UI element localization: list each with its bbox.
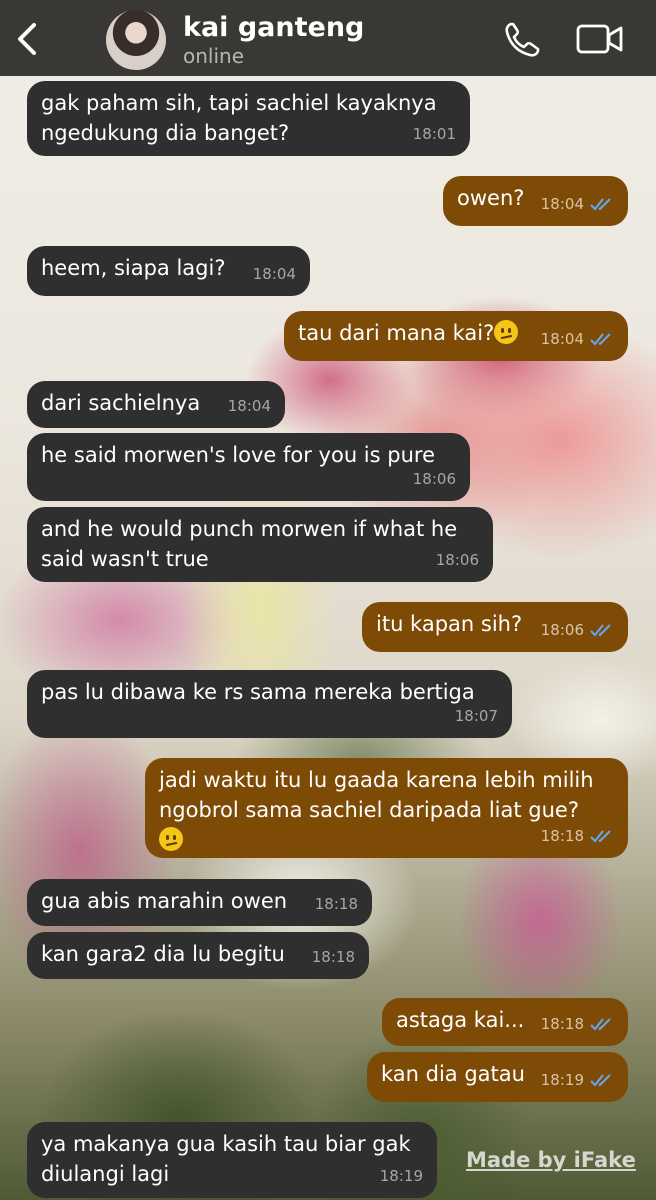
contact-status: online (183, 44, 245, 68)
message-incoming[interactable]: and he would punch morwen if what he sai… (27, 507, 493, 582)
message-time: 18:06 (540, 621, 584, 639)
message-incoming[interactable]: heem, siapa lagi? 18:04 (27, 246, 310, 296)
message-time: 18:04 (540, 330, 584, 348)
message-time: 18:04 (540, 195, 584, 213)
message-time: 18:01 (412, 125, 456, 143)
message-time: 18:04 (227, 397, 271, 415)
message-outgoing[interactable]: kan dia gatau 18:19 (367, 1052, 628, 1102)
message-time: 18:18 (540, 827, 584, 845)
video-camera-icon[interactable] (576, 22, 624, 56)
message-time: 18:19 (379, 1167, 423, 1185)
message-time: 18:06 (435, 551, 479, 569)
message-text: gua abis marahin owen (41, 889, 288, 913)
message-time: 18:18 (314, 895, 358, 913)
read-receipt-icon (590, 333, 611, 346)
message-incoming[interactable]: dari sachielnya 18:04 (27, 381, 285, 428)
read-receipt-icon (590, 624, 611, 637)
contact-name[interactable]: kai ganteng (183, 12, 364, 43)
message-incoming[interactable]: pas lu dibawa ke rs sama mereka bertiga … (27, 670, 512, 738)
message-outgoing[interactable]: itu kapan sih? 18:06 (362, 602, 628, 652)
confused-face-icon (159, 827, 183, 851)
message-outgoing[interactable]: tau dari mana kai? 18:04 (284, 311, 628, 361)
read-receipt-icon (590, 830, 611, 843)
message-time: 18:07 (454, 707, 498, 725)
message-incoming[interactable]: gak paham sih, tapi sachiel kayaknya nge… (27, 81, 470, 156)
message-time: 18:18 (311, 948, 355, 966)
message-time: 18:04 (252, 265, 296, 283)
message-incoming[interactable]: kan gara2 dia lu begitu 18:18 (27, 932, 369, 979)
phone-icon[interactable] (502, 20, 542, 60)
read-receipt-icon (590, 198, 611, 211)
confused-face-icon (494, 320, 519, 344)
message-time: 18:19 (540, 1071, 584, 1089)
chevron-left-icon[interactable] (16, 22, 38, 56)
message-text: tau dari mana kai? (298, 321, 495, 345)
message-text: gak paham sih, tapi sachiel kayaknya nge… (41, 91, 437, 145)
watermark: Made by iFake (466, 1148, 636, 1172)
message-outgoing[interactable]: owen? 18:04 (443, 176, 628, 226)
message-text: pas lu dibawa ke rs sama mereka bertiga (41, 680, 475, 704)
message-text: he said morwen's love for you is pure (41, 443, 435, 467)
message-text: ya makanya gua kasih tau biar gak diulan… (41, 1132, 411, 1186)
message-text: kan gara2 dia lu begitu (41, 942, 285, 966)
message-incoming[interactable]: gua abis marahin owen 18:18 (27, 879, 372, 926)
read-receipt-icon (590, 1074, 611, 1087)
message-time: 18:18 (540, 1015, 584, 1033)
read-receipt-icon (590, 1018, 611, 1031)
avatar[interactable] (106, 10, 166, 70)
message-incoming[interactable]: ya makanya gua kasih tau biar gak diulan… (27, 1122, 437, 1198)
message-text: jadi waktu itu lu gaada karena lebih mil… (159, 768, 594, 822)
message-time: 18:06 (412, 470, 456, 488)
message-incoming[interactable]: he said morwen's love for you is pure 18… (27, 433, 470, 501)
message-outgoing[interactable]: astaga kai... 18:18 (382, 998, 628, 1046)
message-text: and he would punch morwen if what he sai… (41, 517, 458, 571)
message-outgoing[interactable]: jadi waktu itu lu gaada karena lebih mil… (145, 758, 628, 858)
chat-header: kai ganteng online (0, 0, 656, 76)
